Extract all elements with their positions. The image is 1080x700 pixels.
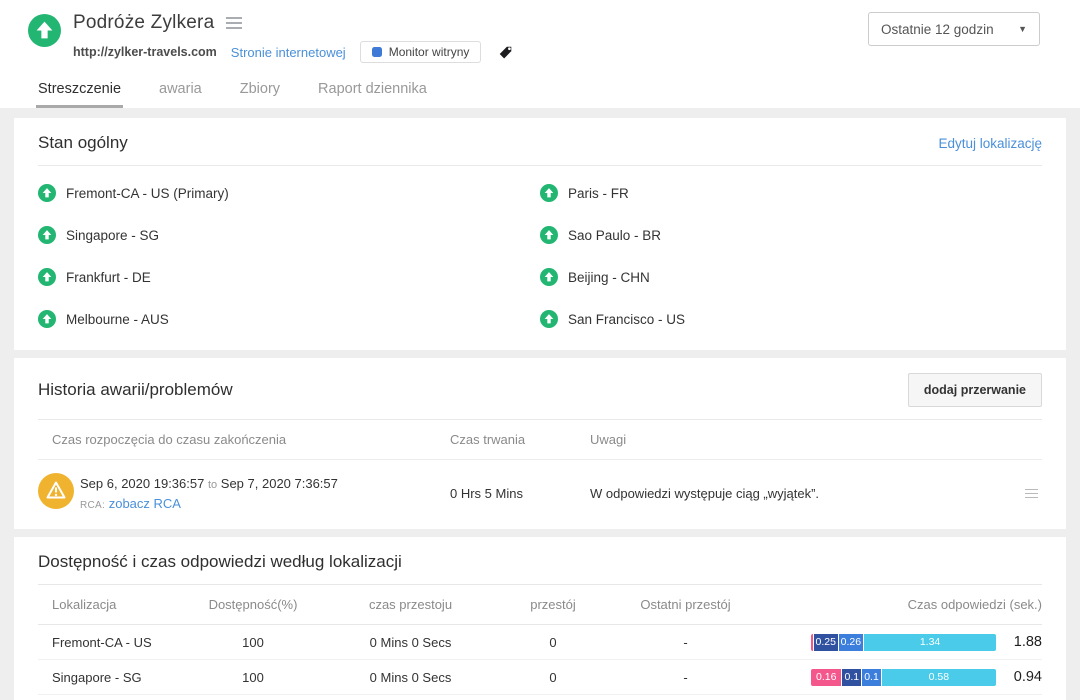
edit-location-link[interactable]: Edytuj lokalizację <box>938 136 1042 151</box>
cell-downtime: 0 Mins 0 Secs <box>369 669 452 685</box>
availability-col-2: czas przestoju <box>368 597 453 612</box>
location-label: Paris - FR <box>568 185 629 201</box>
status-up-icon <box>540 226 558 244</box>
view-rca-link[interactable]: zobacz RCA <box>109 496 181 511</box>
status-up-icon <box>540 184 558 202</box>
availability-col-4: Ostatni przestój <box>640 597 731 612</box>
response-bar-segment: 0.58 <box>881 668 996 686</box>
outage-col-period: Czas rozpoczęcia do czasu zakończenia <box>52 432 287 447</box>
cell-outages: 0 <box>549 669 557 685</box>
cell-availability: 100 <box>242 669 264 685</box>
status-panel: Stan ogólny Edytuj lokalizację Fremont-C… <box>14 118 1066 350</box>
outage-row-menu-icon[interactable] <box>1021 485 1042 503</box>
availability-col-5: Czas odpowiedzi (sek.) <box>907 597 1042 612</box>
status-up-icon <box>38 310 56 328</box>
availability-col-1: Dostępność(%) <box>208 597 298 612</box>
response-bar-segment: 0.1 <box>862 668 882 686</box>
location-label: Beijing - CHN <box>568 269 650 285</box>
location-label: Frankfurt - DE <box>66 269 151 285</box>
response-bar-segment: 1.34 <box>864 633 996 651</box>
location-label: Melbourne - AUS <box>66 311 169 327</box>
availability-row: Fremont-CA - US 100 0 Mins 0 Secs 0 - 0.25 0.2… <box>38 625 1042 660</box>
location-item: Melbourne - AUS <box>38 298 540 340</box>
response-bar-segment: 0.1 <box>842 668 863 686</box>
status-up-icon <box>38 226 56 244</box>
cell-location: Singapore - SG <box>52 669 142 685</box>
title-menu-icon[interactable] <box>224 15 244 31</box>
locations-grid: Fremont-CA - US (Primary) Paris - FR Singa… <box>38 166 1042 350</box>
monitor-type-label: Monitor witryny <box>388 45 470 59</box>
tab-awaria[interactable]: awaria <box>157 77 204 108</box>
monitor-url: http://zylker-travels.com <box>73 45 217 59</box>
location-label: Sao Paulo - BR <box>568 227 662 243</box>
rca-label: RCA: <box>80 500 106 511</box>
location-item: Beijing - CHN <box>540 256 1042 298</box>
outage-end-time: Sep 7, 2020 7:36:57 <box>220 476 338 491</box>
location-label: Singapore - SG <box>66 227 160 243</box>
outage-table-header: Czas rozpoczęcia do czasu zakończenia Cz… <box>38 420 1042 460</box>
cell-last-downtime: - <box>683 669 688 685</box>
time-range-dropdown[interactable]: Ostatnie 12 godzin ▼ <box>868 12 1040 46</box>
outage-start-time: Sep 6, 2020 19:36:57 <box>80 476 205 491</box>
location-label: Fremont-CA - US (Primary) <box>66 185 229 201</box>
monitor-type-badge: Monitor witryny <box>359 41 482 63</box>
response-bar-segment: 0.26 <box>838 633 865 651</box>
tab-bar: Streszczenie awaria Zbiory Raport dziennika <box>28 77 1052 108</box>
availability-row: Singapore - SG 100 0 Mins 0 Secs 0-0.16 0.1 0… <box>38 660 1042 695</box>
outage-duration: 0 Hrs 5 Mins <box>450 486 523 501</box>
location-item: Paris - FR <box>540 172 1042 214</box>
monitor-status-up-icon <box>28 14 61 47</box>
response-bar-segment: 0.25 <box>813 633 839 651</box>
status-up-icon <box>540 268 558 286</box>
outage-panel-title: Historia awarii/problemów <box>38 380 233 399</box>
cell-outages: 0 <box>549 634 557 650</box>
time-range-value: Ostatnie 12 godzin <box>881 21 994 37</box>
chevron-down-icon: ▼ <box>1018 24 1027 34</box>
tab-zbiory[interactable]: Zbiory <box>238 77 282 108</box>
response-time-bar: 0.25 0.26 1.34 <box>811 633 996 651</box>
cell-location: Fremont-CA - US <box>52 634 152 650</box>
location-item: San Francisco - US <box>540 298 1042 340</box>
availability-table-body: Fremont-CA - US 100 0 Mins 0 Secs 0 - 0.25 0.2… <box>38 625 1042 700</box>
tab-streszczenie[interactable]: Streszczenie <box>36 77 124 108</box>
cell-downtime: 0 Mins 0 Secs <box>369 634 452 650</box>
website-link[interactable]: Stronie internetowej <box>231 45 346 60</box>
monitor-type-icon <box>371 47 382 57</box>
location-item: Frankfurt - DE <box>38 256 540 298</box>
response-time-total: 0.94 <box>1013 669 1042 685</box>
availability-panel: Dostępność i czas odpowiedzi według loka… <box>14 537 1066 700</box>
tab-raport-dziennika[interactable]: Raport dziennika <box>316 77 429 108</box>
response-bar-segment: 0.16 <box>811 668 843 686</box>
cell-availability: 100 <box>242 634 264 650</box>
cell-last-downtime: - <box>683 634 688 650</box>
cell-response-time: 0.16 0.1 0.1 0.58 0.94 <box>768 668 1042 686</box>
header: Podróże Zylkera http://zylker-travels.co… <box>0 0 1080 108</box>
tag-icon[interactable] <box>497 44 514 61</box>
response-time-bar: 0.16 0.1 0.1 0.58 <box>811 668 996 686</box>
availability-table-header: Lokalizacja Dostępność(%) czas przestoju pr… <box>38 585 1042 625</box>
availability-col-0: Lokalizacja <box>52 597 117 612</box>
availability-col-3: przestój <box>530 597 576 612</box>
outage-panel: Historia awarii/problemów dodaj przerwan… <box>14 358 1066 529</box>
response-time-total: 1.88 <box>1013 634 1042 650</box>
location-item: Singapore - SG <box>38 214 540 256</box>
outage-col-comments: Uwagi <box>590 432 627 447</box>
cell-response-time: 0.25 0.26 1.34 1.88 <box>768 633 1042 651</box>
outage-row: Sep 6, 2020 19:36:57 to Sep 7, 2020 7:36… <box>38 460 1042 529</box>
location-label: San Francisco - US <box>568 311 686 327</box>
availability-panel-title: Dostępność i czas odpowiedzi według loka… <box>38 552 402 571</box>
add-maintenance-button[interactable]: dodaj przerwanie <box>907 373 1042 407</box>
status-up-icon <box>38 184 56 202</box>
availability-row: Frankfurt - DE1000 Mins 0 Secs0-0.140.14… <box>38 695 1042 700</box>
outage-comment: W odpowiedzi występuje ciąg „wyjątek”. <box>590 486 820 501</box>
status-up-icon <box>540 310 558 328</box>
status-up-icon <box>38 268 56 286</box>
outage-col-duration: Czas trwania <box>450 432 526 447</box>
outage-to-word: to <box>207 479 218 491</box>
warning-icon <box>38 473 80 514</box>
page-title: Podróże Zylkera <box>73 12 215 33</box>
status-panel-title: Stan ogólny <box>38 133 128 152</box>
location-item: Sao Paulo - BR <box>540 214 1042 256</box>
location-item: Fremont-CA - US (Primary) <box>38 172 540 214</box>
